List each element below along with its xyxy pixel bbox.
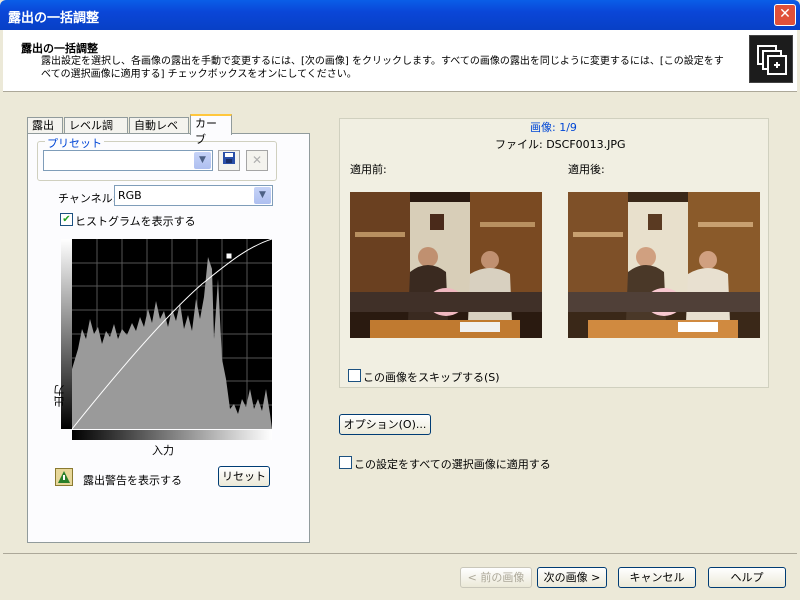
floppy-disk-icon [223,152,235,164]
file-name: ファイル: DSCF0013.JPG [495,138,626,151]
cancel-button[interactable]: キャンセル [618,567,696,588]
input-gradient [72,430,272,440]
exposure-warning-toggle[interactable] [55,468,73,486]
next-image-button[interactable]: 次の画像 > [537,567,607,588]
dialog-header: 露出の一括調整 露出設定を選択し、各画像の露出を手動で変更するには、[次の画像]… [3,30,797,92]
after-preview-image [568,192,760,338]
skip-image-checkbox[interactable] [348,369,361,382]
close-button[interactable]: ✕ [774,4,796,26]
apply-all-checkbox[interactable] [339,456,352,469]
preset-legend: プリセット [45,135,104,151]
curve-graph[interactable] [71,238,273,430]
options-button[interactable]: オプション(O)... [339,414,431,435]
delete-preset-button[interactable]: ✕ [246,150,268,171]
skip-image-label: この画像をスキップする(S) [363,371,500,384]
header-description: 露出設定を選択し、各画像の露出を手動で変更するには、[次の画像] をクリックしま… [41,56,724,80]
window-title: 露出の一括調整 [8,11,100,26]
tab-auto-levels[interactable]: 自動レベル [129,117,189,148]
chevron-down-icon: ▼ [254,187,271,204]
image-counter: 画像: 1/9 [530,121,577,134]
warning-icon [58,471,70,483]
curve-control-point [225,252,233,260]
channel-select[interactable]: RGB ▼ [114,185,273,206]
before-preview-image [350,192,542,338]
footer-divider [3,553,797,554]
apply-all-label: この設定をすべての選択画像に適用する [354,458,551,471]
batch-images-icon [749,35,793,83]
exposure-warning-label: 露出警告を表示する [83,474,182,487]
title-bar: 露出の一括調整 ✕ [0,0,800,30]
preset-select[interactable]: ▼ [43,150,213,171]
chevron-down-icon: ▼ [194,152,211,169]
before-label: 適用前: [350,163,387,176]
tab-exposure[interactable]: 露出 [27,117,63,134]
histogram-checkbox-label: ヒストグラムを表示する [75,215,196,228]
reset-button[interactable]: リセット [218,466,270,487]
prev-image-button[interactable]: < 前の画像 [460,567,532,588]
help-button[interactable]: ヘルプ [708,567,786,588]
histogram-checkbox[interactable]: ✔ [60,213,73,226]
tab-curves[interactable]: カーブ [190,114,232,146]
header-title: 露出の一括調整 [21,42,98,55]
curve-x-label: 入力 [152,444,174,457]
delete-x-icon: ✕ [251,153,263,167]
save-preset-button[interactable] [218,150,240,171]
curve-y-label: 出力 [53,385,66,407]
after-label: 適用後: [568,163,605,176]
channel-label: チャンネル: [58,192,117,205]
tab-levels[interactable]: レベル調整 [64,117,128,148]
